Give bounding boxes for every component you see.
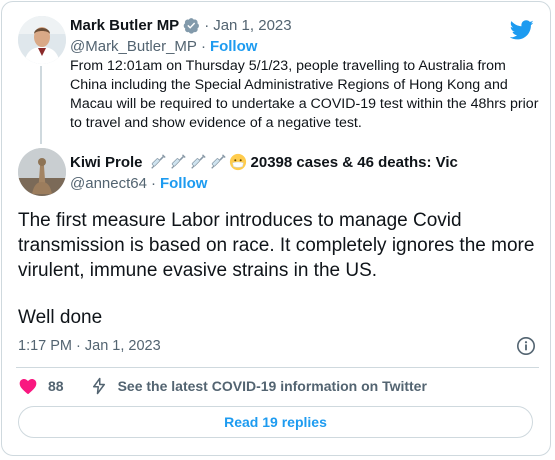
tweet-paragraph: Well done — [18, 307, 103, 328]
avatar[interactable] — [18, 148, 66, 196]
tweet-body: The first measure Labor introduces to ma… — [18, 208, 538, 330]
twitter-bird-icon[interactable] — [510, 18, 534, 42]
main-tweet-handle-row: @annect64 · Follow — [70, 175, 207, 192]
separator-dot: · — [204, 17, 210, 34]
avatar-mark-butler — [18, 16, 66, 64]
name-emojis — [149, 153, 251, 171]
face-with-mask-icon — [229, 153, 246, 171]
separator-dot: · — [150, 175, 156, 192]
follow-button[interactable]: Follow — [160, 175, 208, 192]
thread-connector-line — [40, 66, 42, 144]
tweet-timestamp[interactable]: 1:17 PM · Jan 1, 2023 — [18, 338, 161, 354]
cases-status-text: 20398 cases & 46 deaths: Vic — [250, 153, 458, 171]
heart-icon[interactable] — [18, 376, 38, 396]
avatar[interactable] — [18, 16, 66, 64]
syringe-icon — [190, 154, 206, 169]
separator-dot: · — [200, 38, 206, 55]
tweet-actions: 88 See the latest COVID-19 information o… — [18, 376, 427, 396]
like-count[interactable]: 88 — [48, 378, 64, 394]
read-replies-button[interactable]: Read 19 replies — [18, 406, 533, 438]
lightning-icon[interactable] — [90, 377, 108, 395]
follow-button[interactable]: Follow — [210, 38, 258, 55]
divider — [16, 367, 539, 368]
author-name[interactable]: Kiwi Prole — [70, 154, 143, 171]
read-replies-label: Read 19 replies — [224, 414, 327, 430]
author-name[interactable]: Mark Butler MP — [70, 17, 179, 34]
quoted-tweet-text: From 12:01am on Thursday 5/1/23, people … — [70, 58, 539, 131]
covid-info-link[interactable]: See the latest COVID-19 information on T… — [118, 378, 427, 394]
tweet-paragraph: The first measure Labor introduces to ma… — [18, 210, 535, 281]
quoted-tweet-handle-row: @Mark_Butler_MP · Follow — [70, 38, 257, 55]
syringe-icon — [150, 154, 166, 169]
info-icon[interactable] — [516, 336, 536, 356]
syringe-icon — [210, 154, 226, 169]
avatar-kiwi-prole — [18, 148, 66, 196]
syringe-icon — [170, 154, 186, 169]
author-handle[interactable]: @Mark_Butler_MP — [70, 38, 197, 55]
author-handle[interactable]: @annect64 — [70, 175, 147, 192]
main-tweet-header: Kiwi Prole 20398 cases & 46 deaths: Vic — [70, 153, 458, 171]
tweet-date[interactable]: Jan 1, 2023 — [213, 17, 291, 34]
verified-badge-icon — [183, 18, 200, 34]
quoted-tweet-header: Mark Butler MP · Jan 1, 2023 — [70, 17, 292, 34]
